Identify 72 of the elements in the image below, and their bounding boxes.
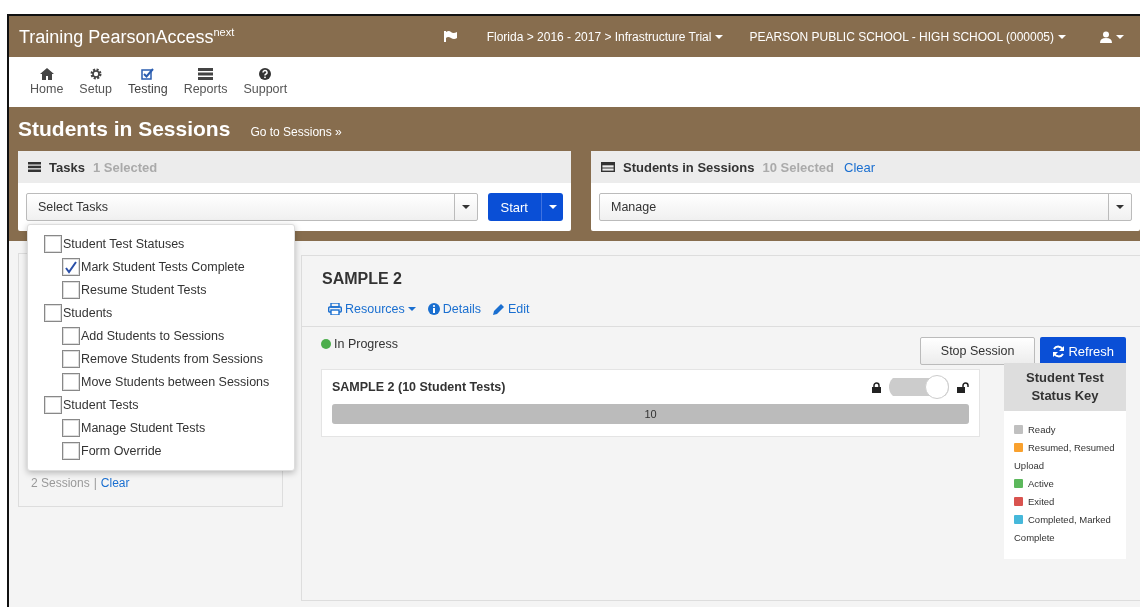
checkbox[interactable] [62, 418, 80, 437]
menu-option[interactable]: Form Override [44, 439, 294, 462]
status-key-title: Student Test Status Key [1004, 363, 1126, 412]
printer-icon [328, 303, 342, 315]
start-split-button[interactable]: Start [487, 193, 563, 221]
menu-option[interactable]: Student Tests [44, 393, 294, 416]
user-icon [1100, 30, 1112, 43]
checkbox[interactable] [62, 372, 80, 391]
session-action-link[interactable]: Edit [492, 302, 530, 316]
nav-tab[interactable]: Reports [176, 57, 235, 107]
checkbox[interactable] [44, 303, 62, 322]
pencil-icon [492, 303, 505, 315]
unlock-icon [957, 381, 969, 393]
clear-link[interactable]: Clear [100, 476, 130, 490]
menu-option[interactable]: Mark Student Tests Complete [44, 255, 294, 278]
refresh-icon [1052, 344, 1066, 358]
menu-option[interactable]: Move Students between Sessions [44, 370, 294, 393]
select-tasks-dropdown[interactable]: Select Tasks [26, 193, 478, 221]
manage-dropdown[interactable]: Manage [599, 193, 1132, 221]
list-icon [28, 162, 41, 172]
home-icon [39, 68, 54, 80]
selected-count: 1 Selected [92, 159, 158, 175]
checkbox[interactable] [62, 441, 80, 460]
nav-tab[interactable]: Setup [72, 57, 119, 107]
sessions-count: 2 Sessions [31, 476, 90, 490]
lock-icon [872, 381, 881, 393]
checkbox[interactable] [44, 234, 62, 253]
menu-option[interactable]: Student Test Statuses [44, 232, 294, 255]
settings-icon [89, 68, 102, 80]
status-key-item: Ready [1014, 421, 1116, 440]
menu-option[interactable]: Students [44, 301, 294, 324]
organization-dropdown[interactable]: PEARSON PUBLIC SCHOOL - HIGH SCHOOL (000005) [743, 29, 1072, 44]
app-title: Training PearsonAccess$^{next}$ [19, 25, 236, 48]
checkbox[interactable] [44, 395, 62, 414]
progress-bar: 10 [332, 404, 969, 424]
session-title: SAMPLE 2 [322, 270, 403, 288]
checkbox-icon [140, 68, 155, 80]
go-to-sessions-link[interactable]: Go to Sessions » [250, 125, 342, 139]
lock-toggle[interactable] [889, 375, 949, 399]
session-action-link[interactable]: Details [427, 302, 481, 316]
status-key-item: Resumed, Resumed Upload [1014, 441, 1116, 474]
checkbox[interactable] [62, 349, 80, 368]
table-icon [601, 162, 615, 172]
checkbox[interactable] [62, 257, 80, 276]
nav-tab[interactable]: Support [236, 57, 295, 107]
status-key-item: Exited [1014, 493, 1116, 512]
nav-tab[interactable]: Home [23, 57, 71, 107]
checkbox[interactable] [62, 280, 80, 299]
list-icon [198, 68, 213, 80]
panel-title: Tasks [49, 159, 85, 175]
checkbox[interactable] [62, 326, 80, 345]
info-icon [427, 303, 440, 315]
group-title: SAMPLE 2 (10 Student Tests) [332, 380, 507, 394]
breadcrumb-dropdown[interactable]: Florida > 2016 - 2017 > Infrastructure Trial [480, 29, 730, 44]
separator: | [93, 476, 97, 490]
nav-tab[interactable]: Testing [121, 57, 175, 107]
menu-option[interactable]: Add Students to Sessions [44, 324, 294, 347]
session-status: In Progress [321, 337, 398, 351]
help-icon [259, 68, 272, 80]
flag-icon [443, 31, 457, 42]
menu-option[interactable]: Remove Students from Sessions [44, 347, 294, 370]
clear-link[interactable]: Clear [844, 159, 876, 175]
menu-option[interactable]: Resume Student Tests [44, 278, 294, 301]
session-action-link[interactable]: Resources [328, 302, 416, 316]
refresh-button[interactable]: Refresh [1040, 337, 1126, 365]
status-key-item: Active [1014, 475, 1116, 494]
status-key-item: Completed, Marked Complete [1014, 513, 1112, 546]
stop-session-button[interactable]: Stop Session [919, 337, 1036, 365]
panel-title: Students in Sessions [623, 159, 755, 175]
menu-option[interactable]: Manage Student Tests [44, 416, 294, 439]
selected-count: 10 Selected [762, 159, 835, 175]
page-title: Students in Sessions [18, 117, 231, 141]
